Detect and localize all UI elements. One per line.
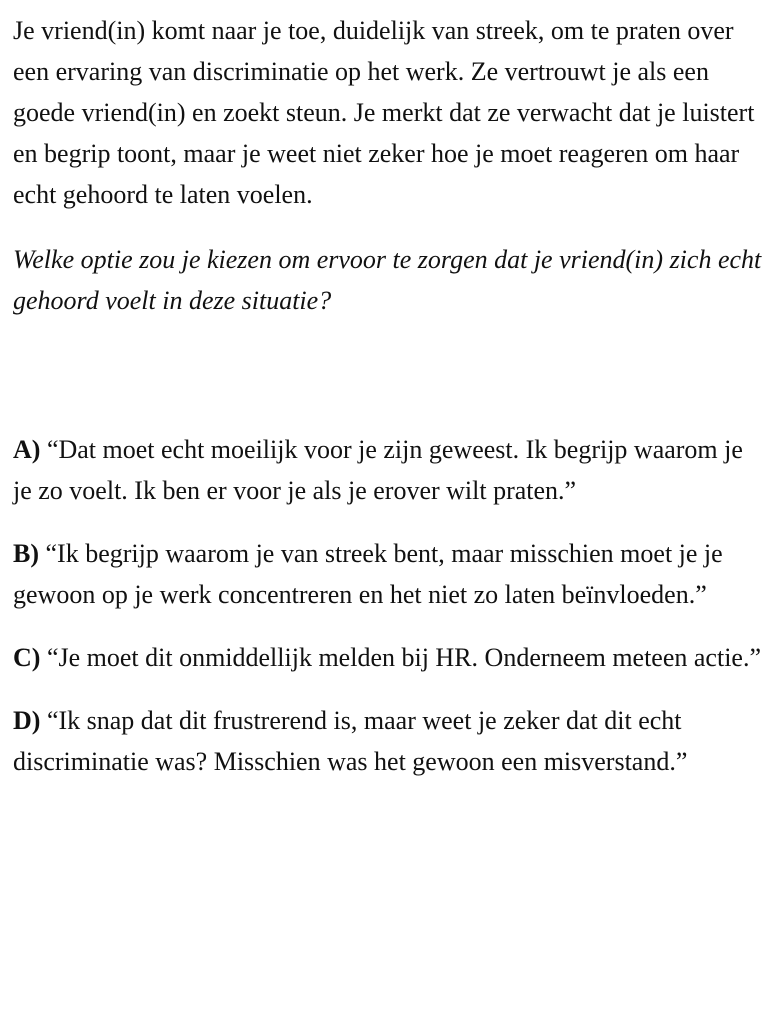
option-d-text: “Ik snap dat dit frustrerend is, maar we…	[13, 706, 688, 776]
option-b-letter: B)	[13, 539, 39, 568]
option-a-letter: A)	[13, 435, 41, 464]
option-c-letter: C)	[13, 643, 41, 672]
option-d-letter: D)	[13, 706, 41, 735]
document: Je vriend(in) komt naar je toe, duidelij…	[13, 10, 765, 804]
option-b[interactable]: B) “Ik begrijp waarom je van streek bent…	[13, 533, 765, 615]
scenario-text: Je vriend(in) komt naar je toe, duidelij…	[13, 16, 755, 209]
question-text: Welke optie zou je kiezen om ervoor te z…	[13, 245, 762, 315]
option-d[interactable]: D) “Ik snap dat dit frustrerend is, maar…	[13, 700, 765, 782]
option-b-text: “Ik begrijp waarom je van streek bent, m…	[13, 539, 723, 609]
option-a[interactable]: A) “Dat moet echt moeilijk voor je zijn …	[13, 429, 765, 511]
option-c-text: “Je moet dit onmiddellijk melden bij HR.…	[46, 643, 761, 672]
option-a-text: “Dat moet echt moeilijk voor je zijn gew…	[13, 435, 743, 505]
option-c[interactable]: C) “Je moet dit onmiddellijk melden bij …	[13, 637, 765, 678]
